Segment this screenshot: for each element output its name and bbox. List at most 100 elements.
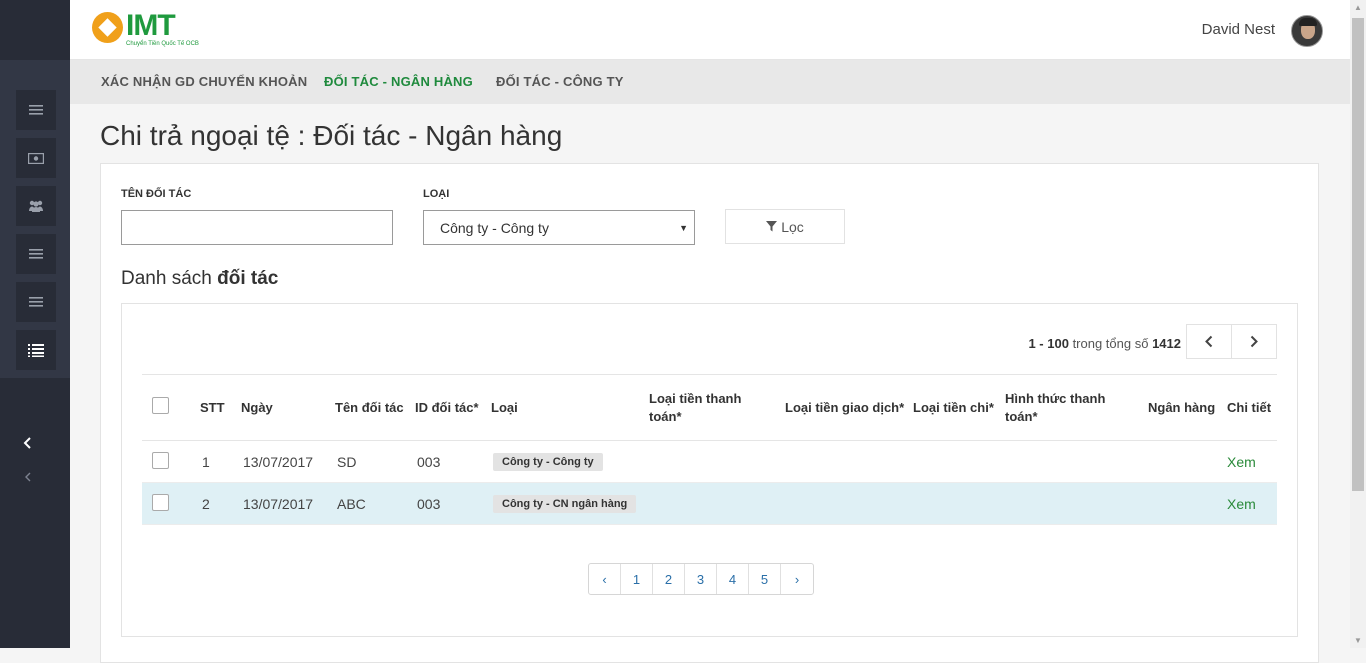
type-select-value: Công ty - Công ty — [440, 220, 549, 236]
cell-type: Công ty - Công ty — [487, 440, 645, 483]
collapse-secondary-button[interactable] — [18, 467, 38, 487]
row-select-cell — [142, 482, 196, 525]
cell-type: Công ty - CN ngân hàng — [487, 482, 645, 525]
cell-bank — [1144, 440, 1223, 483]
sidebar-item-list-active[interactable] — [16, 330, 56, 370]
cell-payout-currency — [909, 482, 1001, 525]
col-date: Ngày — [237, 374, 331, 441]
type-select[interactable]: Công ty - Công ty ▼ — [423, 210, 695, 245]
pagination-page-3[interactable]: 3 — [685, 564, 717, 594]
cell-stt: 1 — [196, 440, 237, 483]
cell-partner-name: ABC — [331, 482, 411, 525]
view-detail-link[interactable]: Xem — [1227, 454, 1256, 470]
sidebar-item-money[interactable] — [16, 138, 56, 178]
logo[interactable]: IMT Chuyển Tiền Quốc Tế OCB — [92, 9, 202, 50]
chevron-left-icon — [1205, 335, 1213, 348]
cell-partner-id: 003 — [411, 440, 487, 483]
chevron-left-icon — [25, 472, 31, 482]
page-title: Chi trả ngoại tệ : Đối tác - Ngân hàng — [100, 120, 563, 151]
filter-button[interactable]: Lọc — [725, 209, 845, 244]
filter-button-label: Lọc — [781, 218, 804, 235]
pagination-page-2[interactable]: 2 — [653, 564, 685, 594]
page-scrollbar[interactable]: ▲ ▼ — [1350, 0, 1366, 648]
chevron-right-icon — [1250, 335, 1258, 348]
list-container: 1 - 100 trong tổng số 1412 STT Ngày Tên … — [121, 303, 1298, 637]
tab-partner-company[interactable]: ĐỐI TÁC - CÔNG TY — [496, 74, 624, 89]
type-badge: Công ty - Công ty — [493, 453, 603, 471]
logo-subtitle: Chuyển Tiền Quốc Tế OCB — [126, 41, 199, 47]
sidebar-item-menu-1[interactable] — [16, 90, 56, 130]
select-all-cell — [142, 374, 196, 441]
type-badge: Công ty - CN ngân hàng — [493, 495, 637, 513]
cell-payment-method — [1001, 482, 1144, 525]
collapse-sidebar-button[interactable] — [18, 433, 38, 453]
row-checkbox[interactable] — [152, 493, 169, 511]
main-panel: TÊN ĐỐI TÁC LOẠI Công ty - Công ty ▼ Lọc… — [100, 163, 1319, 663]
list-title-bold: đối tác — [217, 268, 279, 289]
col-payout-currency: Loại tiền chi* — [909, 374, 1001, 441]
scroll-up-icon[interactable]: ▲ — [1354, 3, 1362, 12]
prev-page-button[interactable] — [1187, 325, 1232, 358]
cell-date: 13/07/2017 — [237, 440, 331, 483]
list-title-prefix: Danh sách — [121, 268, 212, 289]
caret-down-icon: ▼ — [679, 223, 688, 233]
partner-name-label: TÊN ĐỐI TÁC — [121, 188, 192, 200]
pagination-page-1[interactable]: 1 — [621, 564, 653, 594]
row-select-cell — [142, 440, 196, 483]
list-title: Danh sách đối tác — [121, 268, 278, 290]
tab-confirm-transfer[interactable]: XÁC NHẬN GD CHUYỂN KHOẢN — [101, 74, 307, 89]
money-icon — [28, 152, 44, 164]
cell-bank — [1144, 482, 1223, 525]
cell-partner-id: 003 — [411, 482, 487, 525]
sidebar — [0, 0, 70, 648]
pagination: ‹ 1 2 3 4 5 › — [588, 563, 814, 595]
col-bank: Ngân hàng — [1144, 374, 1223, 441]
cell-payment-currency — [645, 440, 781, 483]
col-stt: STT — [196, 374, 237, 441]
next-page-button[interactable] — [1232, 325, 1276, 358]
filter-icon — [766, 221, 778, 232]
col-payment-currency: Loại tiền thanh toán* — [645, 374, 781, 441]
logo-text: IMT — [126, 9, 176, 42]
table-header-row: STT Ngày Tên đối tác ID đối tác* Loại Lo… — [142, 374, 1277, 441]
pagination-prev[interactable]: ‹ — [589, 564, 621, 594]
col-payment-method: Hình thức thanh toán* — [1001, 374, 1144, 441]
col-type: Loại — [487, 374, 645, 441]
pagination-page-5[interactable]: 5 — [749, 564, 781, 594]
list-ul-icon — [28, 344, 44, 357]
select-all-checkbox[interactable] — [152, 396, 169, 414]
cell-date: 13/07/2017 — [237, 482, 331, 525]
cell-transaction-currency — [781, 482, 909, 525]
sidebar-item-users[interactable] — [16, 186, 56, 226]
view-detail-link[interactable]: Xem — [1227, 496, 1256, 512]
cell-payout-currency — [909, 440, 1001, 483]
cell-partner-name: SD — [331, 440, 411, 483]
row-checkbox[interactable] — [152, 451, 169, 469]
cell-detail: Xem — [1223, 482, 1277, 525]
type-label: LOẠI — [423, 188, 450, 200]
sidebar-item-menu-2[interactable] — [16, 234, 56, 274]
cell-stt: 2 — [196, 482, 237, 525]
pager-nav — [1186, 324, 1277, 359]
cell-detail: Xem — [1223, 440, 1277, 483]
avatar[interactable] — [1291, 15, 1323, 47]
col-partner-id: ID đối tác* — [411, 374, 487, 441]
tab-partner-bank[interactable]: ĐỐI TÁC - NGÂN HÀNG — [324, 74, 473, 89]
col-transaction-currency: Loại tiền giao dịch* — [781, 374, 909, 441]
cell-payment-currency — [645, 482, 781, 525]
partner-name-input[interactable] — [121, 210, 393, 245]
table-row: 1 13/07/2017 SD 003 Công ty - Công ty Xe… — [142, 440, 1277, 483]
user-name[interactable]: David Nest — [1202, 21, 1275, 38]
pager-range: 1 - 100 — [1028, 336, 1069, 351]
pager-info: 1 - 100 trong tổng số 1412 — [1028, 336, 1181, 351]
pager-total: 1412 — [1152, 336, 1181, 351]
scrollbar-thumb[interactable] — [1352, 18, 1364, 491]
users-icon — [29, 200, 43, 212]
pagination-next[interactable]: › — [781, 564, 813, 594]
scroll-down-icon[interactable]: ▼ — [1354, 636, 1362, 645]
sidebar-item-menu-3[interactable] — [16, 282, 56, 322]
pager-range-text: trong tổng số — [1072, 336, 1149, 351]
list-icon — [29, 105, 43, 115]
pagination-page-4[interactable]: 4 — [717, 564, 749, 594]
tab-bar: XÁC NHẬN GD CHUYỂN KHOẢN ĐỐI TÁC - NGÂN … — [70, 60, 1350, 104]
